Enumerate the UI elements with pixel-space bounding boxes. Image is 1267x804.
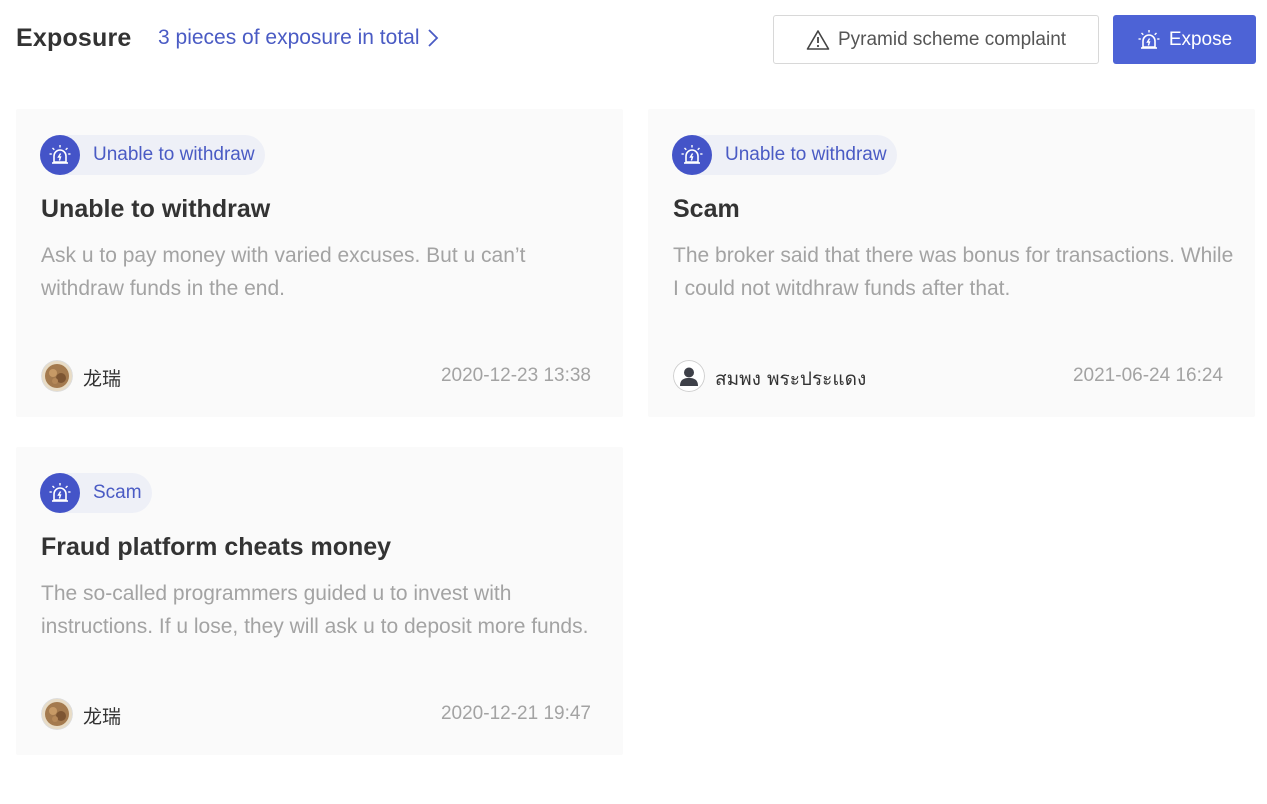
avatar [41, 698, 73, 730]
author-name: 龙瑞 [83, 706, 122, 728]
alarm-icon [40, 135, 80, 175]
complaint-button-label: Pyramid scheme complaint [837, 28, 1067, 50]
avatar [41, 360, 73, 392]
card-description: Ask u to pay money with varied excuses. … [41, 244, 526, 300]
exposure-card[interactable]: Unable to withdraw Unable to withdraw As… [16, 109, 623, 417]
exposure-card[interactable]: Scam Fraud platform cheats money The so-… [16, 447, 623, 755]
alarm-icon [40, 473, 80, 513]
default-user-avatar [673, 360, 705, 392]
author-name: 龙瑞 [83, 368, 122, 390]
category-tag: Scam [40, 473, 152, 513]
post-date: 2020-12-21 19:47 [440, 703, 591, 724]
category-tag-label: Unable to withdraw [725, 144, 887, 165]
alarm-icon [672, 135, 712, 175]
card-description: The so-called programmers guided u to in… [41, 582, 589, 638]
category-tag: Unable to withdraw [672, 135, 897, 175]
pyramid-scheme-complaint-button[interactable]: Pyramid scheme complaint [773, 15, 1099, 64]
alarm-icon [1138, 29, 1160, 49]
total-exposure-link[interactable]: 3 pieces of exposure in total [158, 26, 442, 50]
category-tag-label: Unable to withdraw [93, 144, 255, 165]
card-title: Fraud platform cheats money [41, 533, 392, 561]
page-title: Exposure [16, 24, 132, 52]
chevron-right-icon [424, 27, 442, 49]
exposure-card[interactable]: Unable to withdraw Scam The broker said … [648, 109, 1255, 417]
card-title: Unable to withdraw [41, 195, 271, 223]
card-title: Scam [673, 195, 740, 223]
expose-button[interactable]: Expose [1113, 15, 1256, 64]
page-header: Exposure 3 pieces of exposure in total P… [0, 0, 1267, 80]
post-date: 2021-06-24 16:24 [1072, 365, 1223, 386]
total-exposure-label: 3 pieces of exposure in total [158, 26, 420, 49]
warning-icon [806, 29, 830, 50]
category-tag: Unable to withdraw [40, 135, 265, 175]
post-date: 2020-12-23 13:38 [440, 365, 591, 386]
category-tag-label: Scam [93, 482, 142, 503]
card-description: The broker said that there was bonus for… [673, 244, 1234, 300]
author-name: สมพง พระประแดง [715, 368, 867, 390]
expose-button-label: Expose [1168, 28, 1233, 50]
